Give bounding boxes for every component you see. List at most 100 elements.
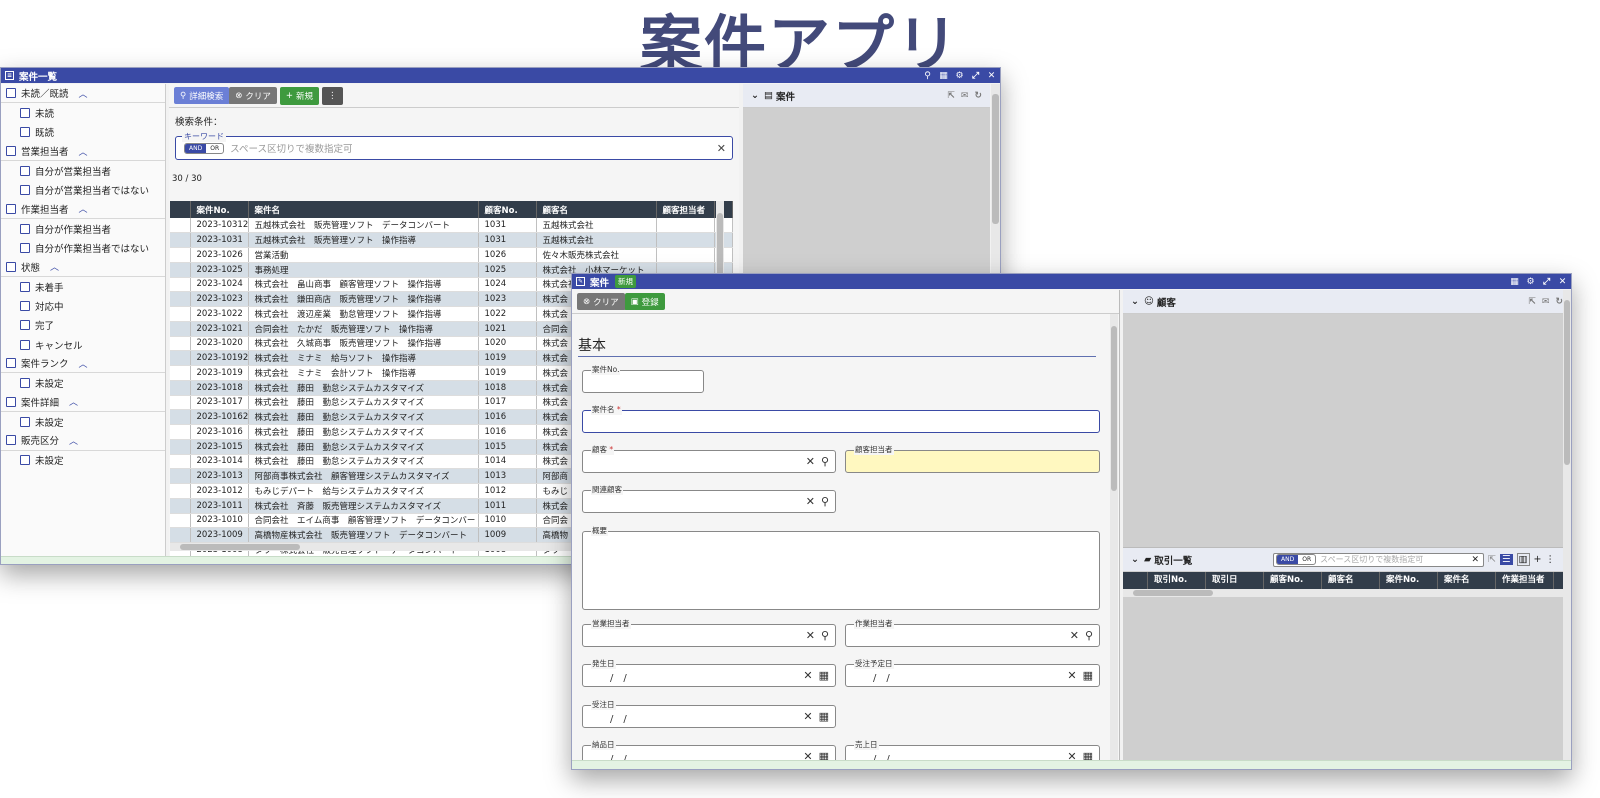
filter-option[interactable]: 自分が作業担当者ではない [1,238,165,257]
related-customer-field[interactable]: 関連顧客 ✕ ⚲ [582,484,836,513]
refresh-icon[interactable]: ↻ [1555,297,1563,307]
filter-group[interactable]: 営業担当者 ︿ [1,142,165,162]
row-selector[interactable] [170,336,191,352]
trade-column-header[interactable]: 取引日 [1206,572,1264,589]
filter-group[interactable]: 案件詳細 ︿ [1,393,165,413]
work-rep-field[interactable]: 作業担当者 ✕ ⚲ [845,618,1100,647]
checkbox[interactable] [6,88,16,99]
row-selector[interactable] [170,380,191,396]
checkbox[interactable] [20,300,30,311]
gear-icon[interactable]: ⚙ [1526,277,1535,287]
row-selector[interactable] [170,306,191,322]
filter-group[interactable]: 未読／既読 ︿ [1,84,165,104]
refresh-icon[interactable]: ↻ [974,91,982,101]
summary-textarea[interactable]: 概要 [582,525,1100,610]
comment-icon[interactable]: ✉ [961,91,969,101]
trade-column-header[interactable]: 作業担当者 [1496,572,1554,589]
chevron-up-icon[interactable]: ︿ [79,357,88,370]
row-selector[interactable] [170,424,191,440]
row-selector[interactable] [170,218,191,234]
and-or-toggle[interactable]: AND OR [184,142,225,154]
checkbox[interactable] [20,339,30,350]
row-selector[interactable] [170,247,191,263]
row-selector[interactable] [170,409,191,425]
row-selector[interactable] [170,395,191,411]
checkbox[interactable] [20,223,30,234]
checkbox[interactable] [20,320,30,331]
keyword-search-field[interactable]: キーワード AND OR スペース区切りで複数指定可 ✕ [175,131,733,160]
clear-x-icon[interactable]: ✕ [806,455,815,468]
and-option[interactable]: AND [1277,555,1299,564]
row-selector[interactable] [170,291,191,307]
clear-x-icon[interactable]: ✕ [1472,555,1480,565]
checkbox[interactable] [20,185,30,196]
clear-x-icon[interactable]: ✕ [1070,629,1079,642]
row-selector[interactable] [170,321,191,337]
calendar-icon[interactable]: ▦ [1083,669,1093,682]
customer-contact-field[interactable]: 顧客担当者 [845,444,1100,473]
table-row[interactable]: 2023-10312 五越株式会社 販売管理ソフト データコンバート 1031 五越株… [170,218,733,234]
trade-horizontal-scrollbar[interactable] [1123,589,1563,597]
checkbox[interactable] [20,455,30,466]
chevron-up-icon[interactable]: ︿ [69,434,78,447]
chevron-down-icon[interactable]: ⌄ [751,90,759,101]
open-external-icon[interactable]: ⇱ [1488,554,1496,565]
trade-column-header[interactable]: 顧客No. [1264,572,1322,589]
search-icon[interactable]: ⚲ [1085,629,1093,642]
row-selector[interactable] [170,262,191,278]
case-no-field[interactable]: 案件No. [582,364,704,393]
row-selector[interactable] [170,454,191,470]
close-icon[interactable]: ✕ [1558,277,1567,287]
table-row[interactable]: 2023-1026 営業活動 1026 佐々木販売株式会社 [170,247,733,263]
more-menu-button[interactable]: ⋮ [322,87,343,105]
or-option[interactable]: OR [206,144,223,153]
case-name-field[interactable]: 案件名 [582,404,1100,433]
trade-keyword-field[interactable]: AND OR スペース区切りで複数指定可 ✕ [1273,552,1485,567]
trade-column-header[interactable]: 案件No. [1380,572,1438,589]
pane-vertical-scrollbar[interactable] [1563,290,1571,760]
filter-option[interactable]: 未読 [1,103,165,122]
close-icon[interactable]: ✕ [987,71,996,81]
filter-option[interactable]: 未設定 [1,451,165,470]
chevron-up-icon[interactable]: ︿ [50,260,59,273]
filter-option[interactable]: 既読 [1,123,165,142]
apps-grid-icon[interactable]: ▦ [1510,277,1519,287]
order-plan-date-field[interactable]: 受注予定日 / / ✕ ▦ [845,658,1100,687]
chevron-up-icon[interactable]: ︿ [79,87,88,100]
filter-group[interactable]: 状態 ︿ [1,258,165,277]
column-header[interactable]: 案件No. [190,201,249,218]
and-option[interactable]: AND [185,143,207,153]
occur-date-field[interactable]: 発生日 / / ✕ ▦ [582,658,836,687]
checkbox[interactable] [6,146,16,157]
checkbox[interactable] [20,416,30,427]
column-header[interactable]: 顧客No. [478,201,537,218]
filter-option[interactable]: 完了 [1,316,165,335]
form-clear-button[interactable]: ⊗ クリア [577,293,625,310]
row-selector[interactable] [170,527,191,543]
checkbox[interactable] [6,203,16,214]
apps-grid-icon[interactable]: ▦ [939,71,948,81]
filter-group[interactable]: 販売区分 ︿ [1,431,165,451]
column-header[interactable]: 顧客担当者 [656,201,715,218]
search-icon[interactable]: ⚲ [821,495,829,508]
chevron-up-icon[interactable]: ︿ [79,202,88,215]
list-view-icon[interactable]: ☰ [1500,554,1513,565]
column-header[interactable]: 顧客名 [536,201,657,218]
calendar-icon[interactable]: ▦ [819,710,829,723]
filter-option[interactable]: キャンセル [1,335,165,354]
add-icon[interactable]: + [1534,554,1542,565]
search-icon[interactable]: ⚲ [821,455,829,468]
clear-x-icon[interactable]: ✕ [717,142,726,155]
clear-x-icon[interactable]: ✕ [803,710,812,723]
register-button[interactable]: ▣ 登録 [624,293,665,310]
row-selector[interactable] [170,498,191,514]
row-selector[interactable] [170,483,191,499]
checkbox[interactable] [6,435,16,446]
filter-option[interactable]: 自分が営業担当者ではない [1,180,165,199]
comment-icon[interactable]: ✉ [1542,297,1550,307]
row-selector[interactable] [170,439,191,455]
filter-group[interactable]: 案件ランク ︿ [1,354,165,374]
checkbox[interactable] [20,127,30,138]
search-settings-icon[interactable]: ⚲ [923,71,932,81]
filter-option[interactable]: 未設定 [1,412,165,431]
